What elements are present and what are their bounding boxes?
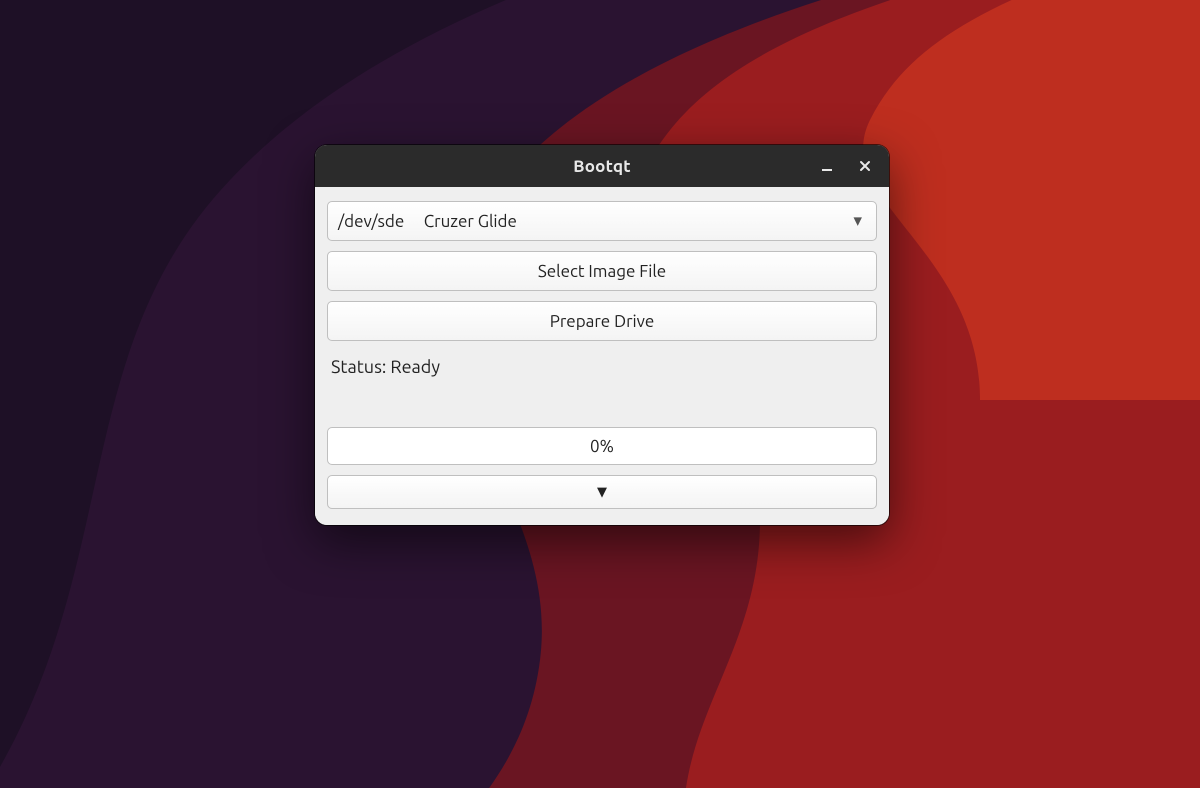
expand-details-button[interactable]: ▼ [327,475,877,509]
chevron-down-icon: ▼ [854,215,862,228]
app-window: Bootqt /dev/sde Cruzer Glide ▼ [315,145,889,525]
window-controls [809,145,883,187]
minimize-icon [820,159,834,173]
select-image-button[interactable]: Select Image File [327,251,877,291]
close-icon [858,159,872,173]
drive-selector-value: /dev/sde Cruzer Glide [338,212,517,231]
window-client-area: /dev/sde Cruzer Glide ▼ Select Image Fil… [315,187,889,525]
titlebar[interactable]: Bootqt [315,145,889,187]
select-image-label: Select Image File [538,262,666,281]
progress-bar: 0% [327,427,877,465]
triangle-down-icon: ▼ [597,485,607,500]
progress-text: 0% [590,437,614,456]
desktop-wallpaper: Bootqt /dev/sde Cruzer Glide ▼ [0,0,1200,788]
prepare-drive-label: Prepare Drive [550,312,655,331]
spacer [327,379,877,427]
minimize-button[interactable] [809,148,845,184]
close-button[interactable] [847,148,883,184]
drive-selector[interactable]: /dev/sde Cruzer Glide ▼ [327,201,877,241]
window-title: Bootqt [315,157,889,176]
prepare-drive-button[interactable]: Prepare Drive [327,301,877,341]
status-text: Status: Ready [327,351,877,379]
